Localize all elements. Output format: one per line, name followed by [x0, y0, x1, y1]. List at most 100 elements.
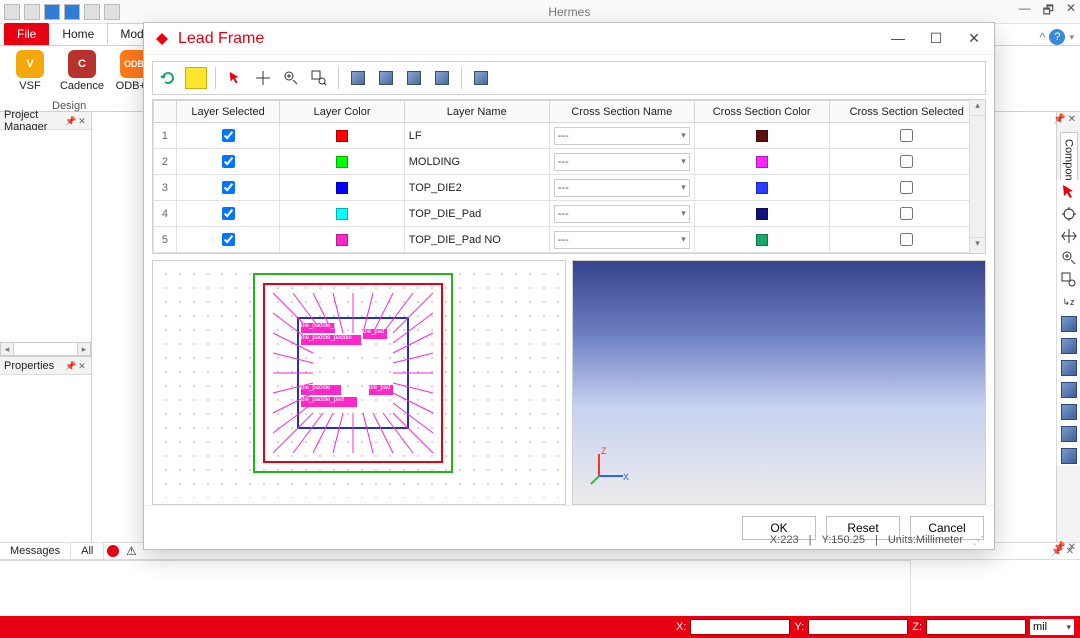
col-cs-color[interactable]: Cross Section Color — [694, 101, 829, 123]
qat-open-icon[interactable] — [24, 4, 40, 20]
qat-save-all-icon[interactable] — [64, 4, 80, 20]
col-layer-name[interactable]: Layer Name — [404, 101, 549, 123]
view-cube-4-icon[interactable] — [1059, 380, 1079, 400]
error-filter-icon[interactable] — [104, 542, 122, 560]
layer-selected-checkbox[interactable] — [222, 207, 235, 220]
warning-filter-icon[interactable]: ⚠ — [122, 542, 140, 560]
project-manager-header[interactable]: Project Manager 📌✕ — [0, 112, 91, 130]
ribbon-collapse-icon[interactable]: ^ — [1039, 30, 1045, 45]
scroll-left-icon[interactable]: ◂ — [0, 342, 14, 356]
cross-section-name-combo[interactable]: ---▾ — [554, 153, 690, 171]
pan-icon[interactable] — [252, 67, 274, 89]
view-cube-5-icon[interactable] — [1059, 402, 1079, 422]
cross-section-selected-checkbox[interactable] — [900, 207, 913, 220]
view-cube-6-icon[interactable] — [1059, 424, 1079, 444]
view-cube-3-icon[interactable] — [1059, 358, 1079, 378]
iso-view-2-icon[interactable] — [375, 67, 397, 89]
dialog-maximize-button[interactable]: ☐ — [926, 30, 946, 47]
scroll-up-icon[interactable]: ▴ — [970, 100, 985, 116]
dialog-close-button[interactable]: ✕ — [964, 30, 984, 47]
main-minimize-icon[interactable]: — — [1019, 1, 1031, 22]
status-z-field[interactable] — [926, 619, 1026, 635]
cross-section-selected-checkbox[interactable] — [900, 233, 913, 246]
cross-section-selected-checkbox[interactable] — [900, 129, 913, 142]
scroll-right-icon[interactable]: ▸ — [77, 342, 91, 356]
dialog-titlebar[interactable]: Lead Frame — ☐ ✕ — [144, 23, 994, 55]
layer-color-swatch[interactable] — [336, 156, 348, 168]
cross-section-color-swatch[interactable] — [756, 130, 768, 142]
layer-table-scrollbar[interactable]: ▴ ▾ — [969, 100, 985, 253]
zoom-icon[interactable] — [280, 67, 302, 89]
pin-icon[interactable]: 📌 — [65, 116, 75, 126]
scroll-down-icon[interactable]: ▾ — [970, 237, 985, 253]
app-vsf[interactable]: V VSF — [8, 50, 52, 92]
layout-3d-view[interactable]: Z X — [572, 260, 986, 505]
help-icon[interactable]: ? — [1049, 29, 1065, 45]
select-tool-icon[interactable] — [1059, 182, 1079, 202]
close-panel-icon[interactable]: ✕ — [1068, 114, 1076, 125]
layer-color-swatch[interactable] — [336, 208, 348, 220]
cross-section-selected-checkbox[interactable] — [900, 155, 913, 168]
main-close-icon[interactable]: ✕ — [1066, 1, 1076, 22]
col-cs-name[interactable]: Cross Section Name — [549, 101, 694, 123]
highlight-icon[interactable] — [185, 67, 207, 89]
select-icon[interactable] — [224, 67, 246, 89]
close-panel-icon[interactable]: ✕ — [77, 361, 87, 371]
axis-icon[interactable]: ↳z — [1059, 292, 1079, 312]
zoom-tool-icon[interactable] — [1059, 248, 1079, 268]
iso-view-1-icon[interactable] — [347, 67, 369, 89]
main-restore-icon[interactable]: 🗗 — [1043, 1, 1054, 22]
view-cube-2-icon[interactable] — [1059, 336, 1079, 356]
status-x-field[interactable] — [690, 619, 790, 635]
properties-header[interactable]: Properties 📌✕ — [0, 357, 91, 375]
status-y-field[interactable] — [808, 619, 908, 635]
col-cs-selected[interactable]: Cross Section Selected — [829, 101, 985, 123]
help-dropdown-icon[interactable]: ▾ — [1069, 32, 1074, 43]
cross-section-name-combo[interactable]: ---▾ — [554, 127, 690, 145]
layer-color-swatch[interactable] — [336, 130, 348, 142]
zoom-region-icon[interactable] — [1059, 270, 1079, 290]
app-cadence[interactable]: C Cadence — [60, 50, 104, 92]
messages-tab[interactable]: Messages — [0, 543, 71, 559]
iso-view-5-icon[interactable] — [470, 67, 492, 89]
close-panel-icon[interactable]: ✕ — [77, 116, 87, 126]
cross-section-name-combo[interactable]: ---▾ — [554, 205, 690, 223]
iso-view-3-icon[interactable] — [403, 67, 425, 89]
refresh-icon[interactable] — [157, 67, 179, 89]
target-tool-icon[interactable] — [1059, 204, 1079, 224]
pin-icon[interactable]: 📌 — [1053, 542, 1065, 553]
zoom-window-icon[interactable] — [308, 67, 330, 89]
layer-selected-checkbox[interactable] — [222, 129, 235, 142]
layer-selected-checkbox[interactable] — [222, 233, 235, 246]
qat-new-icon[interactable] — [4, 4, 20, 20]
qat-save-icon[interactable] — [44, 4, 60, 20]
col-layer-color[interactable]: Layer Color — [280, 101, 404, 123]
pin-icon[interactable]: 📌 — [1053, 114, 1065, 125]
layer-selected-checkbox[interactable] — [222, 181, 235, 194]
ribbon-tab-home[interactable]: Home — [49, 23, 107, 45]
status-unit-combo[interactable]: mil▾ — [1030, 619, 1074, 635]
cross-section-name-combo[interactable]: ---▾ — [554, 231, 690, 249]
layer-color-swatch[interactable] — [336, 182, 348, 194]
col-layer-selected[interactable]: Layer Selected — [176, 101, 280, 123]
qat-redo-icon[interactable] — [104, 4, 120, 20]
qat-undo-icon[interactable] — [84, 4, 100, 20]
pin-icon[interactable]: 📌 — [65, 361, 75, 371]
layer-selected-checkbox[interactable] — [222, 155, 235, 168]
col-index[interactable] — [154, 101, 177, 123]
cross-section-color-swatch[interactable] — [756, 234, 768, 246]
dialog-minimize-button[interactable]: — — [888, 30, 908, 47]
view-cube-7-icon[interactable] — [1059, 446, 1079, 466]
cross-section-color-swatch[interactable] — [756, 208, 768, 220]
view-cube-1-icon[interactable] — [1059, 314, 1079, 334]
iso-view-4-icon[interactable] — [431, 67, 453, 89]
messages-all-tab[interactable]: All — [71, 543, 104, 559]
ribbon-tab-file[interactable]: File — [4, 23, 49, 45]
cross-section-color-swatch[interactable] — [756, 156, 768, 168]
scroll-track[interactable] — [14, 342, 77, 356]
cross-section-color-swatch[interactable] — [756, 182, 768, 194]
cross-section-name-combo[interactable]: ---▾ — [554, 179, 690, 197]
layer-color-swatch[interactable] — [336, 234, 348, 246]
cross-section-selected-checkbox[interactable] — [900, 181, 913, 194]
resize-grip-icon[interactable]: ⋰ — [973, 534, 982, 547]
